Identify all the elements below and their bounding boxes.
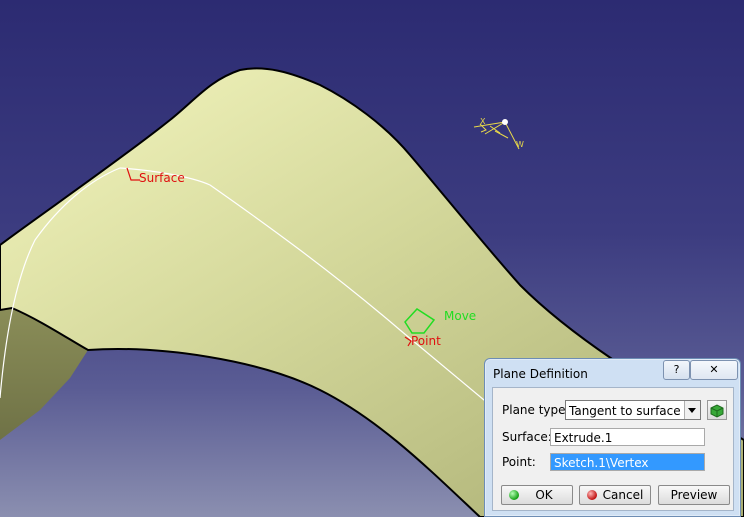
compass-w-label: W — [516, 140, 524, 149]
plane-type-value: Tangent to surface — [569, 404, 681, 418]
point-field-label: Point: — [502, 455, 536, 469]
surface-field[interactable]: Extrude.1 — [550, 428, 705, 446]
dialog-title: Plane Definition — [493, 367, 588, 381]
plane-type-options-button[interactable] — [707, 400, 727, 420]
cancel-button-label: Cancel — [602, 488, 644, 502]
preview-button[interactable]: Preview — [658, 485, 730, 505]
move-label: Move — [444, 309, 477, 323]
point-field[interactable]: Sketch.1\Vertex — [550, 453, 705, 471]
dialog-body: Plane type: Tangent to surface Surface: … — [492, 387, 734, 511]
dialog-titlebar[interactable]: Plane Definition ? ✕ — [485, 359, 740, 387]
help-button[interactable]: ? — [663, 360, 690, 380]
ok-button-label: OK — [535, 488, 553, 502]
cube-icon — [710, 404, 724, 418]
plane-definition-dialog: Plane Definition ? ✕ Plane type: Tangent… — [484, 358, 741, 517]
point-label: Point — [411, 334, 441, 348]
chevron-down-icon[interactable] — [684, 401, 700, 419]
plane-type-label: Plane type: — [502, 403, 570, 417]
cancel-button[interactable]: Cancel — [579, 485, 651, 505]
plane-type-select[interactable]: Tangent to surface — [565, 400, 701, 420]
close-button[interactable]: ✕ — [690, 360, 738, 380]
compass-x-label: X — [480, 117, 486, 126]
surface-label: Surface — [139, 171, 185, 185]
surface-field-label: Surface: — [502, 430, 552, 444]
ok-button[interactable]: OK — [501, 485, 573, 505]
